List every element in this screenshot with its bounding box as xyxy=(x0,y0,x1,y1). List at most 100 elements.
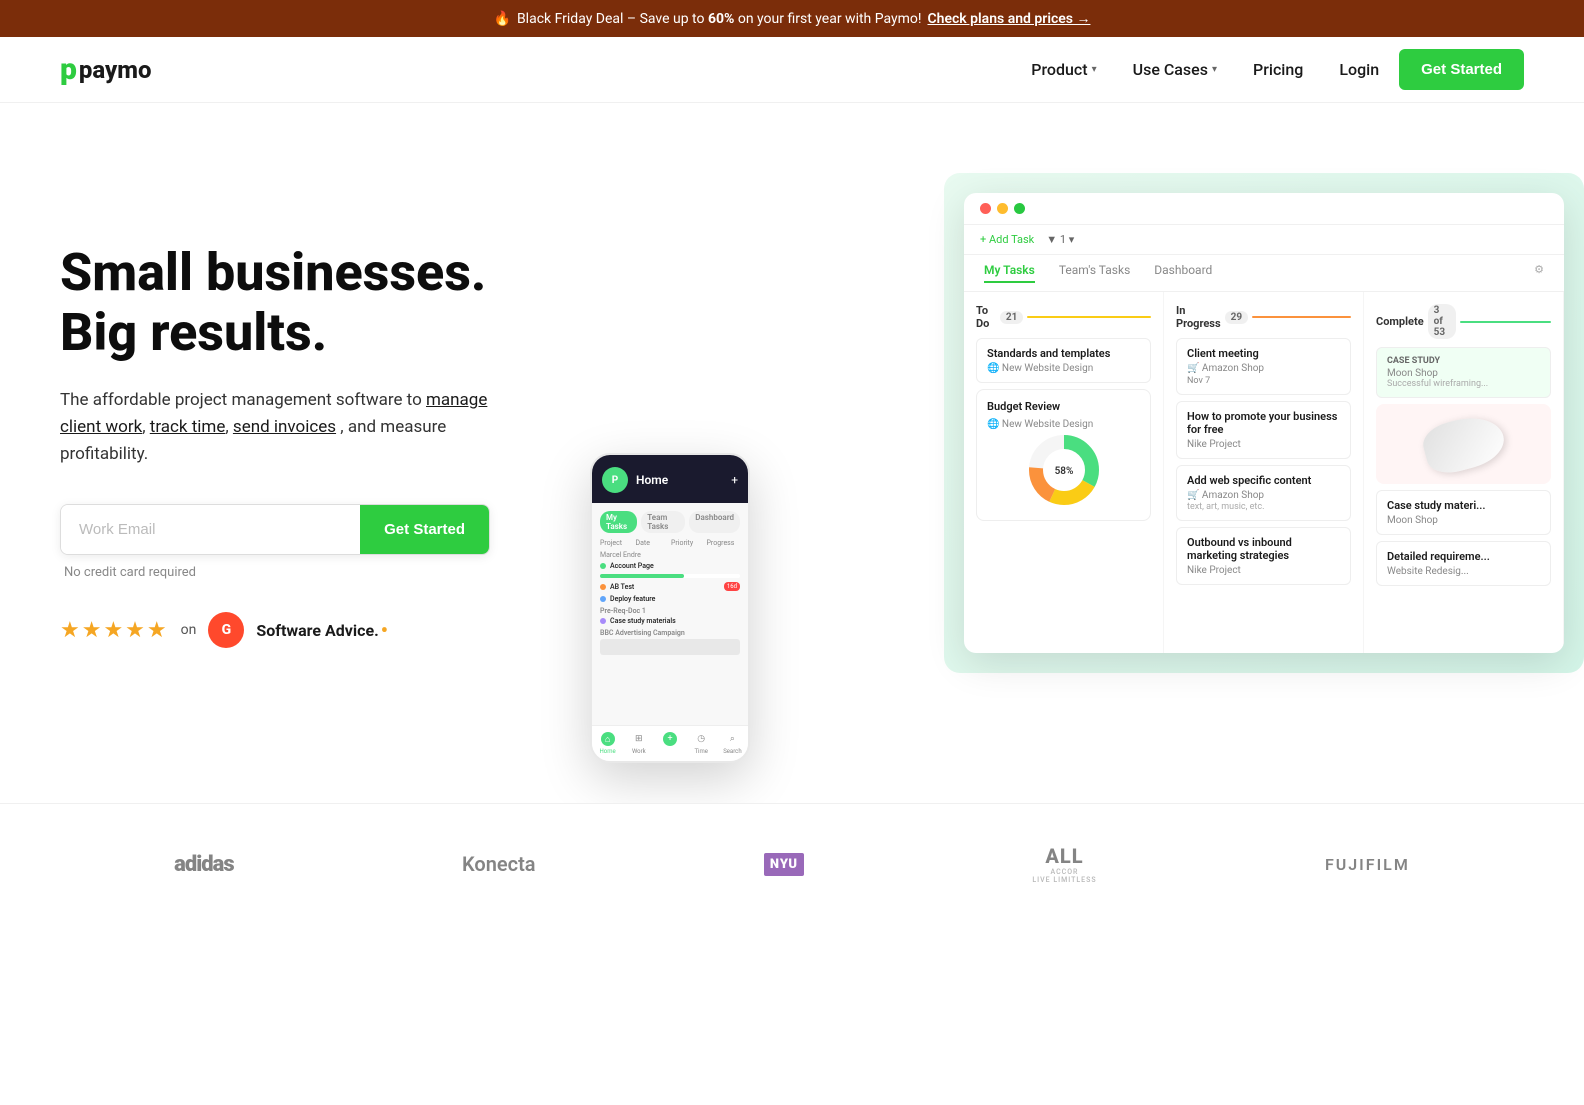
donut-chart: 58% xyxy=(987,430,1140,510)
time-icon: ◷ xyxy=(694,732,708,746)
product-image-card xyxy=(1376,404,1551,484)
no-credit-card-text: No credit card required xyxy=(64,565,560,580)
email-form: Get Started xyxy=(60,504,490,555)
mobile-home-label: Home xyxy=(636,473,668,487)
mobile-tabs: My Tasks Team Tasks Dashboard xyxy=(600,511,740,533)
banner-text: Black Friday Deal – Save up to 60% on yo… xyxy=(517,11,922,27)
mobile-nav-search[interactable]: ⌕ Search xyxy=(717,732,748,755)
task-dot-icon xyxy=(600,618,606,624)
mobile-tab-my-tasks[interactable]: My Tasks xyxy=(600,511,637,533)
logo-nyu: NYU xyxy=(764,853,804,876)
progress-bar xyxy=(600,574,740,578)
mobile-nav-home[interactable]: ⌂ Home xyxy=(592,732,623,755)
add-icon: + xyxy=(663,732,677,746)
banner-link[interactable]: Check plans and prices → xyxy=(928,10,1091,27)
task-card[interactable]: Standards and templates 🌐 New Website De… xyxy=(976,338,1151,383)
banner-emoji: 🔥 xyxy=(494,11,511,27)
nav-links: Product ▾ Use Cases ▾ Pricing xyxy=(1031,60,1303,79)
app-mobile-preview: P Home + My Tasks Team Tasks Dashboard P… xyxy=(590,453,750,763)
overdue-tag: 16d xyxy=(724,582,740,591)
mobile-task-item[interactable]: Case study materials xyxy=(600,617,740,625)
mobile-user-label: Marcel Endre xyxy=(600,551,740,559)
task-card[interactable]: Detailed requireme... Website Redesig... xyxy=(1376,541,1551,586)
product-chevron-icon: ▾ xyxy=(1092,64,1097,75)
mobile-bottom-nav: ⌂ Home ⊞ Work + ◷ Time ⌕ Search xyxy=(592,725,748,761)
mobile-tab-team-tasks[interactable]: Team Tasks xyxy=(641,511,685,533)
add-task-btn[interactable]: + Add Task xyxy=(980,233,1034,246)
column-todo-header: To Do 21 xyxy=(976,304,1151,330)
work-email-input[interactable] xyxy=(61,505,360,554)
main-nav: p paymo Product ▾ Use Cases ▾ Pricing Lo… xyxy=(0,37,1584,103)
window-expand-dot xyxy=(1014,203,1025,214)
tab-my-tasks[interactable]: My Tasks xyxy=(984,263,1035,283)
task-card[interactable]: How to promote your business for free Ni… xyxy=(1176,401,1351,459)
task-card[interactable]: Add web specific content 🛒 Amazon Shop t… xyxy=(1176,465,1351,521)
nav-product[interactable]: Product ▾ xyxy=(1031,60,1096,79)
promo-banner: 🔥 Black Friday Deal – Save up to 60% on … xyxy=(0,0,1584,37)
hero-link-invoices[interactable]: send invoices xyxy=(233,417,336,437)
mobile-nav-add[interactable]: + xyxy=(654,732,685,755)
nav-use-cases[interactable]: Use Cases ▾ xyxy=(1133,60,1217,79)
logo-p-letter: p xyxy=(60,52,77,87)
app-titlebar xyxy=(964,193,1564,225)
window-minimize-dot xyxy=(997,203,1008,214)
hero-get-started-button[interactable]: Get Started xyxy=(360,505,489,554)
column-complete: Complete 3 of 53 CASE STUDY Moon Shop Su… xyxy=(1364,292,1564,653)
column-todo: To Do 21 Standards and templates 🌐 New W… xyxy=(964,292,1164,653)
sneaker-icon xyxy=(1418,409,1508,478)
tab-teams-tasks[interactable]: Team's Tasks xyxy=(1059,263,1130,283)
logo-adidas: adidas xyxy=(174,852,233,877)
search-icon: ⌕ xyxy=(725,732,739,746)
filter-btn[interactable]: ▼ 1 ▾ xyxy=(1046,233,1074,246)
mobile-task-item[interactable]: AB Test 16d xyxy=(600,582,740,591)
nav-get-started-button[interactable]: Get Started xyxy=(1399,49,1524,90)
hero-title: Small businesses. Big results. xyxy=(60,243,560,363)
mobile-header: P Home + xyxy=(592,455,748,503)
column-in-progress: In Progress 29 Client meeting 🛒 Amazon S… xyxy=(1164,292,1364,653)
settings-icon[interactable]: ⚙ xyxy=(1534,263,1544,283)
logo-all: ALL ACCORLIVE LIMITLESS xyxy=(1032,844,1096,885)
sa-dot-icon: • xyxy=(381,618,388,642)
task-dot-icon xyxy=(600,584,606,590)
column-complete-header: Complete 3 of 53 xyxy=(1376,304,1551,339)
work-icon: ⊞ xyxy=(632,732,646,746)
use-cases-chevron-icon: ▾ xyxy=(1212,64,1217,75)
mobile-add-icon[interactable]: + xyxy=(731,473,738,487)
task-card[interactable]: CASE STUDY Moon Shop Successful wirefram… xyxy=(1376,347,1551,398)
budget-review-card[interactable]: Budget Review 🌐 New Website Design 58% xyxy=(976,389,1151,521)
column-in-progress-header: In Progress 29 xyxy=(1176,304,1351,330)
mobile-column-headers: Project Date Priority Progress xyxy=(600,539,740,547)
task-card[interactable]: Case study materi... Moon Shop xyxy=(1376,490,1551,535)
nav-login[interactable]: Login xyxy=(1339,60,1379,79)
tab-dashboard[interactable]: Dashboard xyxy=(1154,263,1212,283)
logo[interactable]: p paymo xyxy=(60,52,152,87)
mobile-task-item[interactable]: Deploy feature xyxy=(600,595,740,603)
g2-badge: G xyxy=(208,612,244,648)
svg-text:58%: 58% xyxy=(1054,466,1073,477)
mobile-task-item[interactable]: Account Page xyxy=(600,562,740,570)
mobile-avatar: P xyxy=(602,467,628,493)
task-card[interactable]: Client meeting 🛒 Amazon Shop Nov 7 xyxy=(1176,338,1351,395)
mobile-progress-row xyxy=(600,639,740,655)
mobile-nav-work[interactable]: ⊞ Work xyxy=(623,732,654,755)
home-icon: ⌂ xyxy=(601,732,615,746)
mobile-nav-time[interactable]: ◷ Time xyxy=(686,732,717,755)
nyu-icon: NYU xyxy=(764,853,804,876)
hero-right: + Add Task ▼ 1 ▾ My Tasks Team's Tasks D… xyxy=(600,163,1524,743)
hero-left: Small businesses. Big results. The affor… xyxy=(60,163,560,648)
logo-text: paymo xyxy=(79,56,152,84)
rating-on-label: on xyxy=(181,622,197,638)
task-card[interactable]: Outbound vs inbound marketing strategies… xyxy=(1176,527,1351,585)
app-kanban-columns: To Do 21 Standards and templates 🌐 New W… xyxy=(964,292,1564,653)
hero-subtitle: The affordable project management softwa… xyxy=(60,387,500,469)
mobile-tab-dashboard[interactable]: Dashboard xyxy=(689,511,740,533)
hero-section: Small businesses. Big results. The affor… xyxy=(0,103,1584,803)
logo-konecta: Konecta xyxy=(462,852,536,876)
mobile-section-header2: BBC Advertising Campaign xyxy=(600,629,740,637)
nav-pricing[interactable]: Pricing xyxy=(1253,60,1303,79)
software-advice-badge: Software Advice. • xyxy=(256,618,388,642)
app-desktop-preview: + Add Task ▼ 1 ▾ My Tasks Team's Tasks D… xyxy=(964,193,1564,653)
star-rating: ★★★★★ xyxy=(60,618,169,643)
hero-link-track[interactable]: track time xyxy=(150,417,226,437)
window-close-dot xyxy=(980,203,991,214)
